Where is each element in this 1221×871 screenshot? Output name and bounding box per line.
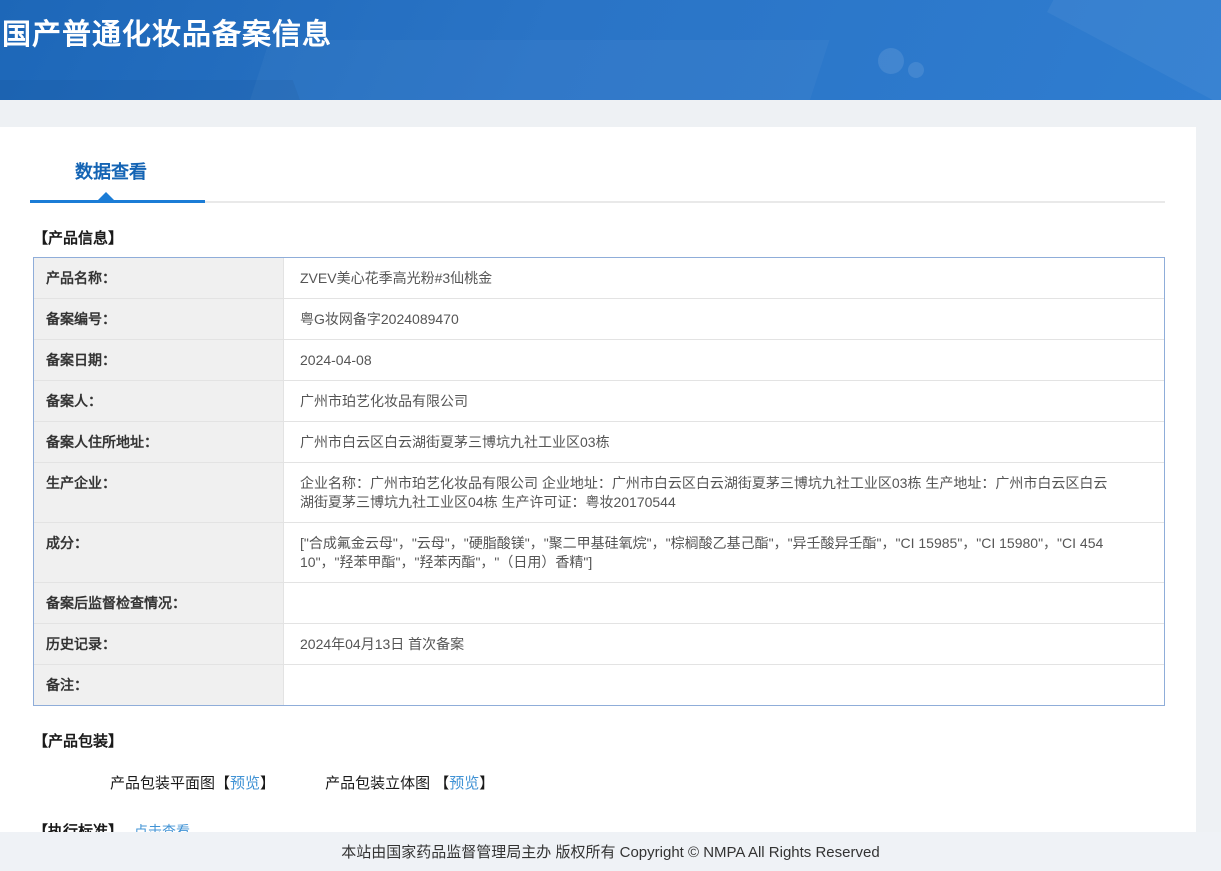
packaging-flat-label: 产品包装平面图	[110, 775, 215, 792]
table-row: 成分：["合成氟金云母"，"云母"，"硬脂酸镁"，"聚二甲基硅氧烷"，"棕榈酸乙…	[34, 522, 1164, 582]
row-label: 历史记录：	[34, 624, 284, 664]
header-decor-circle	[908, 62, 924, 78]
table-row: 产品名称：ZVEV美心花季高光粉#3仙桃金	[34, 258, 1164, 298]
row-value	[284, 665, 1164, 705]
main-content: 【产品信息】 产品名称：ZVEV美心花季高光粉#3仙桃金 备案编号：粤G妆网备字…	[0, 227, 1196, 871]
row-label: 备案编号：	[34, 299, 284, 339]
table-row: 生产企业：企业名称：广州市珀艺化妆品有限公司 企业地址：广州市白云区白云湖街夏茅…	[34, 462, 1164, 522]
packaging-3d-item: 产品包装立体图 【预览】	[325, 772, 494, 793]
row-label: 生产企业：	[34, 463, 284, 522]
packaging-flat-item: 产品包装平面图【预览】	[110, 772, 275, 793]
bracket-close: 】	[260, 775, 275, 792]
row-value: ["合成氟金云母"，"云母"，"硬脂酸镁"，"聚二甲基硅氧烷"，"棕榈酸乙基己酯…	[284, 523, 1164, 582]
section-product-info: 【产品信息】	[33, 227, 1165, 248]
table-row: 历史记录：2024年04月13日 首次备案	[34, 623, 1164, 664]
page-footer: 本站由国家药品监督管理局主办 版权所有 Copyright © NMPA All…	[0, 832, 1221, 871]
content-card: 数据查看 【产品信息】 产品名称：ZVEV美心花季高光粉#3仙桃金 备案编号：粤…	[0, 127, 1196, 871]
tab-underline	[30, 200, 1165, 203]
header-decor-shape	[1047, 0, 1221, 100]
row-label: 备案后监督检查情况：	[34, 583, 284, 623]
table-row: 备案人住所地址：广州市白云区白云湖街夏茅三博坑九社工业区03栋	[34, 421, 1164, 462]
row-value: ZVEV美心花季高光粉#3仙桃金	[284, 258, 1164, 298]
row-value: 广州市珀艺化妆品有限公司	[284, 381, 1164, 421]
row-label: 备案人：	[34, 381, 284, 421]
packaging-flat-preview-link[interactable]: 预览	[230, 775, 260, 792]
row-label: 备案日期：	[34, 340, 284, 380]
product-info-table: 产品名称：ZVEV美心花季高光粉#3仙桃金 备案编号：粤G妆网备字2024089…	[33, 257, 1165, 706]
tab-data-view[interactable]: 数据查看	[75, 158, 147, 184]
table-row: 备注：	[34, 664, 1164, 705]
table-row: 备案后监督检查情况：	[34, 582, 1164, 623]
bracket-open: 【	[215, 775, 230, 792]
bracket-open: 【	[434, 775, 449, 792]
active-tab-indicator	[30, 200, 205, 203]
table-row: 备案人：广州市珀艺化妆品有限公司	[34, 380, 1164, 421]
row-value: 2024年04月13日 首次备案	[284, 624, 1164, 664]
row-label: 备案人住所地址：	[34, 422, 284, 462]
bracket-close: 】	[479, 775, 494, 792]
packaging-row: 产品包装平面图【预览】 产品包装立体图 【预览】	[110, 772, 1165, 793]
page-header: 国产普通化妆品备案信息	[0, 0, 1221, 100]
row-label: 成分：	[34, 523, 284, 582]
table-row: 备案日期：2024-04-08	[34, 339, 1164, 380]
row-value: 广州市白云区白云湖街夏茅三博坑九社工业区03栋	[284, 422, 1164, 462]
copyright-text: 本站由国家药品监督管理局主办 版权所有 Copyright © NMPA All…	[341, 841, 879, 862]
tab-bar: 数据查看	[0, 127, 1196, 203]
row-label: 产品名称：	[34, 258, 284, 298]
row-value: 2024-04-08	[284, 340, 1164, 380]
row-label: 备注：	[34, 665, 284, 705]
row-value	[284, 583, 1164, 623]
row-value: 粤G妆网备字2024089470	[284, 299, 1164, 339]
packaging-3d-label: 产品包装立体图	[325, 775, 434, 792]
section-packaging: 【产品包装】	[33, 730, 1165, 751]
header-decor-circle	[878, 48, 904, 74]
page-title: 国产普通化妆品备案信息	[2, 11, 332, 53]
table-row: 备案编号：粤G妆网备字2024089470	[34, 298, 1164, 339]
row-value: 企业名称：广州市珀艺化妆品有限公司 企业地址：广州市白云区白云湖街夏茅三博坑九社…	[284, 463, 1164, 522]
active-tab-pointer-icon	[98, 192, 114, 200]
packaging-3d-preview-link[interactable]: 预览	[449, 775, 479, 792]
header-decor-shape	[0, 80, 307, 100]
